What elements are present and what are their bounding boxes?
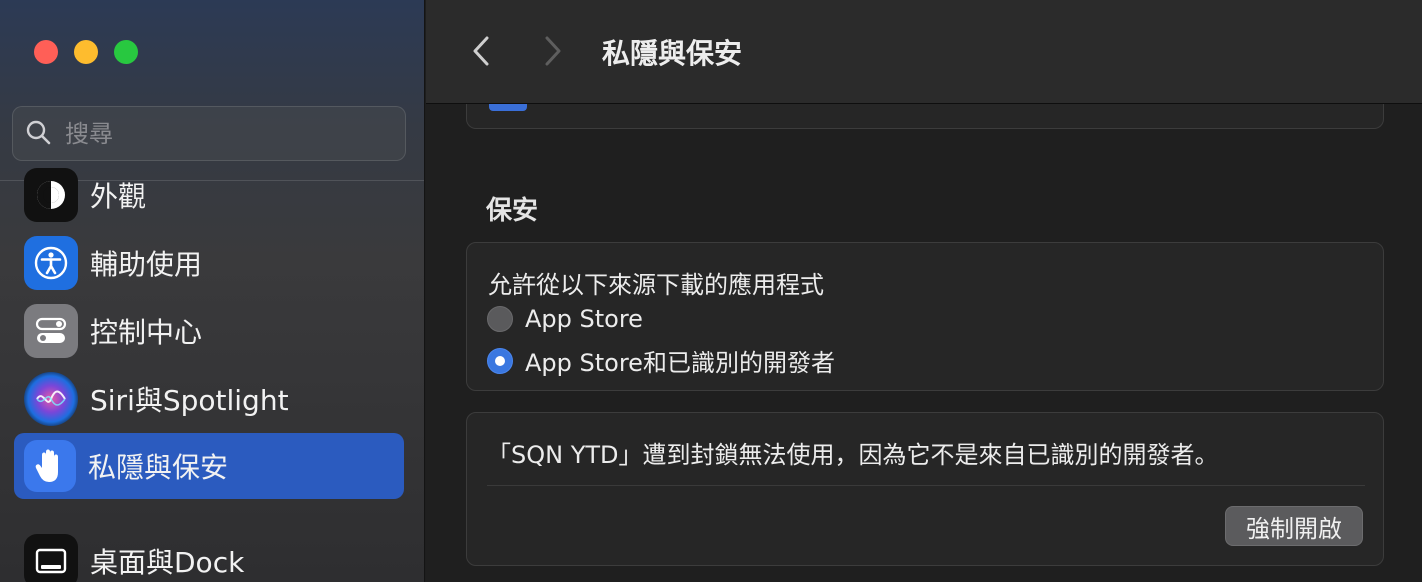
siri-icon <box>24 372 78 426</box>
sidebar-item-label: 桌面與Dock <box>90 546 245 579</box>
sidebar-item-label: 控制中心 <box>90 316 203 349</box>
sidebar-item-accessibility[interactable]: 輔助使用 <box>14 230 404 296</box>
search-field[interactable] <box>12 106 406 161</box>
chevron-right-icon <box>545 36 561 66</box>
zoom-window-button[interactable] <box>114 40 138 64</box>
blocked-app-message: 「SQN YTD」遭到封鎖無法使用，因為它不是來自已識別的開發者。 <box>487 441 1219 469</box>
page-title: 私隱與保安 <box>602 37 743 70</box>
accessibility-icon <box>24 236 78 290</box>
sidebar-item-appearance[interactable]: 外觀 <box>14 162 404 228</box>
back-button[interactable] <box>466 34 496 68</box>
appearance-icon <box>24 168 78 222</box>
previous-settings-card <box>466 104 1384 129</box>
sidebar-item-label: 輔助使用 <box>90 248 203 281</box>
sidebar-item-privacy-security[interactable]: 私隱與保安 <box>14 433 404 499</box>
forward-button[interactable] <box>538 34 568 68</box>
sidebar-item-label: 私隱與保安 <box>88 451 229 484</box>
sidebar-item-control-center[interactable]: 控制中心 <box>14 298 404 364</box>
allow-apps-card: 允許從以下來源下載的應用程式 App Store App Store和已識別的開… <box>466 242 1384 391</box>
radio-button[interactable] <box>487 306 513 332</box>
sidebar-item-label: Siri與Spotlight <box>90 384 289 417</box>
search-input[interactable] <box>65 119 385 148</box>
radio-button-selected[interactable] <box>487 347 513 374</box>
sidebar-item-desktop-dock[interactable]: 桌面與Dock <box>14 528 404 582</box>
sidebar-item-siri-spotlight[interactable]: Siri與Spotlight <box>14 366 404 432</box>
dock-icon <box>24 534 78 582</box>
toggle-switch[interactable] <box>489 104 527 111</box>
minimize-window-button[interactable] <box>74 40 98 64</box>
divider <box>487 485 1365 486</box>
blocked-app-card: 「SQN YTD」遭到封鎖無法使用，因為它不是來自已識別的開發者。 強制開啟 <box>466 412 1384 566</box>
toolbar: 私隱與保安 <box>426 0 1422 104</box>
radio-label: App Store和已識別的開發者 <box>525 349 835 377</box>
radio-option-app-store[interactable]: App Store <box>487 305 643 333</box>
search-icon <box>25 119 51 149</box>
window-controls <box>34 40 138 64</box>
radio-option-app-store-identified[interactable]: App Store和已識別的開發者 <box>487 343 835 378</box>
close-window-button[interactable] <box>34 40 58 64</box>
radio-dot <box>495 355 505 366</box>
sidebar: 外觀 輔助使用 控制中心 Siri與Spotlight 私隱與保安 桌面與Doc… <box>0 0 425 582</box>
section-title-security: 保安 <box>486 196 539 226</box>
control-center-icon <box>24 304 78 358</box>
open-anyway-button[interactable]: 強制開啟 <box>1225 506 1363 546</box>
hand-icon <box>24 440 76 492</box>
chevron-left-icon <box>473 36 489 66</box>
allow-apps-heading: 允許從以下來源下載的應用程式 <box>488 271 824 299</box>
radio-label: App Store <box>525 305 643 333</box>
sidebar-item-label: 外觀 <box>90 180 147 213</box>
main-content: 私隱與保安 保安 允許從以下來源下載的應用程式 App Store App St… <box>426 0 1422 582</box>
